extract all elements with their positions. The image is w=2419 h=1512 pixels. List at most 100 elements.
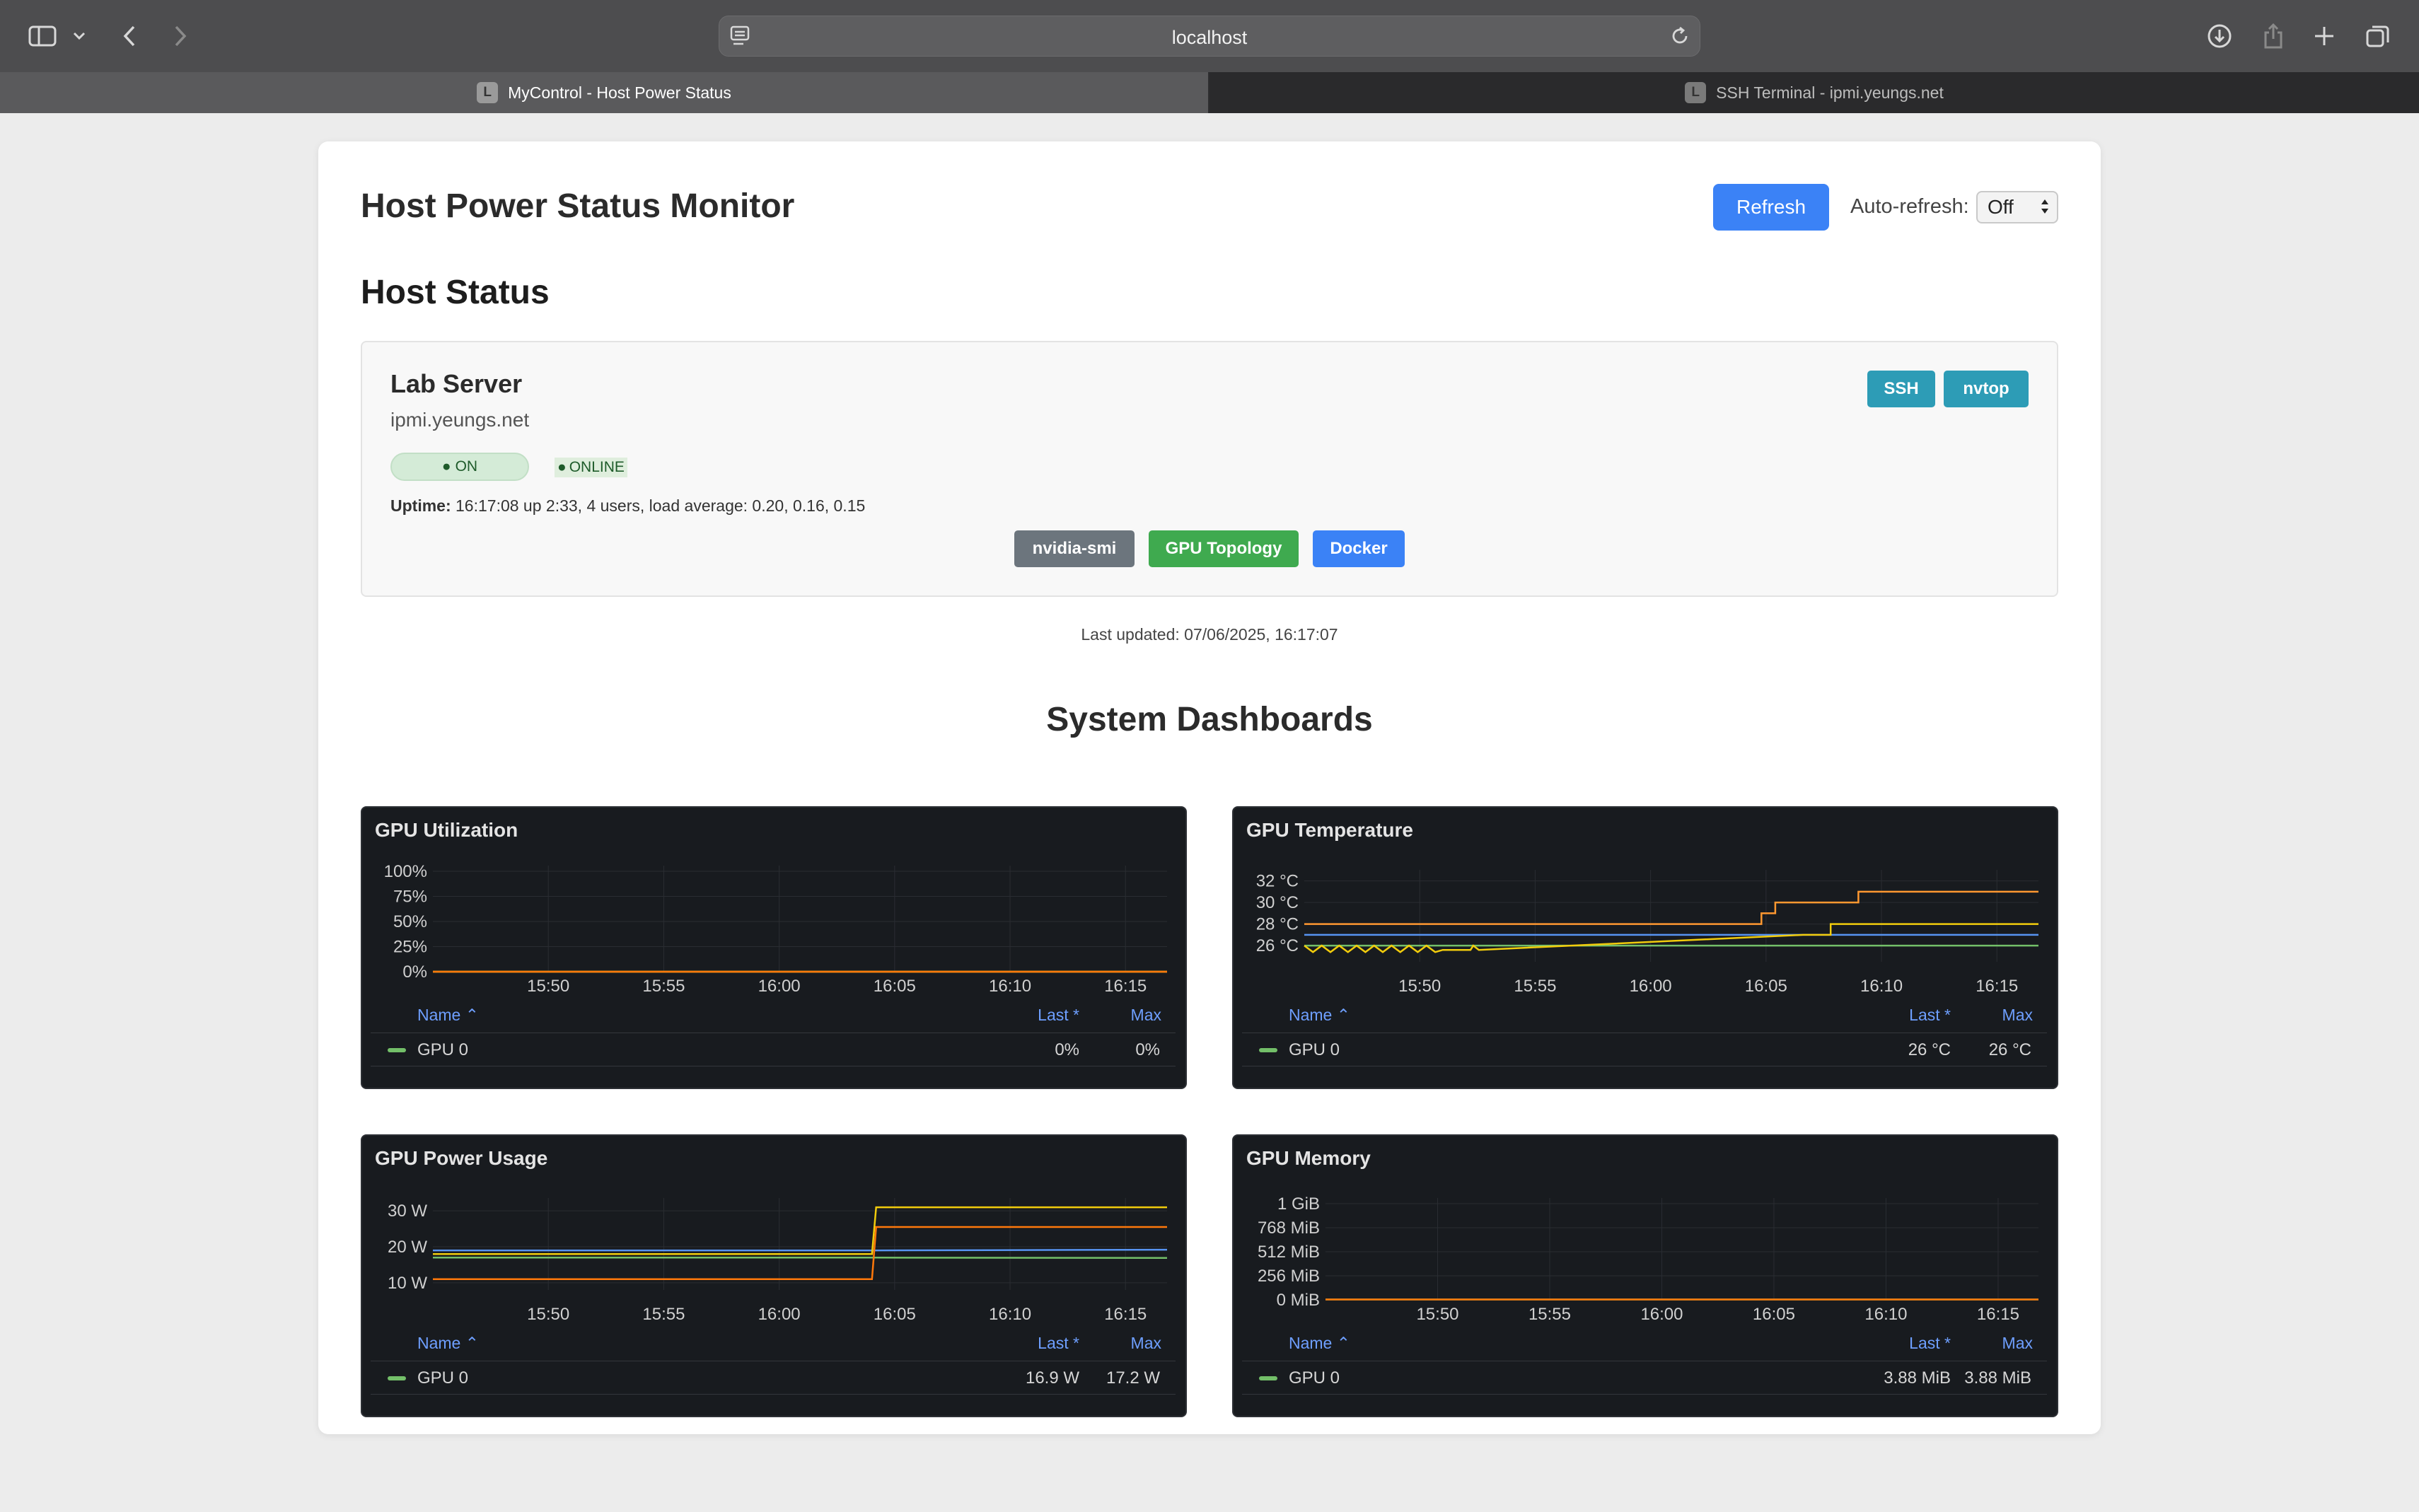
y-tick-label: 100% [384,862,427,881]
y-tick-label: 256 MiB [1258,1267,1320,1286]
y-tick-label: 768 MiB [1258,1219,1320,1238]
x-tick-label: 16:05 [1753,1305,1795,1324]
online-status-badge: ● ONLINE [555,458,627,477]
series-swatch [388,1376,406,1380]
series-last: 16.9 W [1025,1368,1079,1388]
x-tick-label: 16:10 [1864,1305,1907,1324]
series-max: 26 °C [1988,1040,2031,1059]
uptime-value: 16:17:08 up 2:33, 4 users, load average:… [456,496,866,515]
x-tick-label: 16:10 [989,977,1031,996]
downloads-icon[interactable] [2205,18,2234,54]
address-bar[interactable]: localhost [719,16,1700,57]
legend-header: Name ⌃ Last * Max [1234,1334,2057,1356]
x-tick-label: 16:05 [874,1305,916,1324]
docker-button[interactable]: Docker [1313,530,1405,567]
y-tick-label: 32 °C [1256,872,1299,891]
legend-name-header[interactable]: Name ⌃ [417,1334,479,1353]
series-last: 0% [1055,1040,1079,1059]
tab-title: SSH Terminal - ipmi.yeungs.net [1716,83,1944,102]
power-status-badge: ● ON [390,453,529,481]
legend-max-header[interactable]: Max [2002,1334,2033,1353]
host-status-heading: Host Status [361,274,550,311]
legend-max-header[interactable]: Max [1131,1006,1161,1025]
x-tick-label: 16:00 [758,977,801,996]
tab-title: MyControl - Host Power Status [508,83,731,102]
y-tick-label: 25% [393,938,427,957]
series-swatch [1259,1376,1277,1380]
gpu-topology-button[interactable]: GPU Topology [1149,530,1299,567]
reload-icon[interactable] [1669,25,1691,51]
x-tick-label: 15:50 [1398,977,1441,996]
page-title: Host Power Status Monitor [361,187,795,225]
legend-name-header[interactable]: Name ⌃ [417,1006,479,1025]
series-name: GPU 0 [1289,1368,1340,1388]
legend-row[interactable]: GPU 0 26 °C 26 °C [1242,1033,2047,1066]
sidebar-toggle-icon[interactable] [27,18,58,54]
legend-row[interactable]: GPU 0 3.88 MiB 3.88 MiB [1242,1361,2047,1395]
legend-last-header[interactable]: Last * [1038,1006,1079,1025]
x-tick-label: 16:15 [1977,1305,2019,1324]
uptime-label: Uptime: [390,496,451,515]
forward-icon[interactable] [170,18,191,54]
ssh-button[interactable]: SSH [1867,371,1935,407]
legend-header: Name ⌃ Last * Max [362,1006,1185,1028]
x-tick-label: 16:10 [989,1305,1031,1324]
refresh-button[interactable]: Refresh [1713,184,1829,231]
new-tab-icon[interactable] [2310,18,2338,54]
page: Host Power Status Monitor Refresh Auto-r… [0,113,2419,1512]
series-last: 3.88 MiB [1884,1368,1951,1388]
y-tick-label: 50% [393,912,427,931]
series-swatch [1259,1048,1277,1052]
host-address: ipmi.yeungs.net [390,409,530,431]
gpu-power-panel: GPU Power Usage 10 W 20 W 30 W 15:50 15:55 16… [361,1134,1187,1417]
x-tick-label: 16:05 [874,977,916,996]
y-tick-label: 10 W [388,1274,427,1293]
tab-overview-icon[interactable] [2364,18,2392,54]
x-tick-label: 16:00 [1640,1305,1683,1324]
main-container: Host Power Status Monitor Refresh Auto-r… [318,141,2101,1434]
legend-last-header[interactable]: Last * [1909,1006,1951,1025]
y-tick-label: 75% [393,888,427,907]
y-tick-label: 0% [402,963,427,982]
gpu-memory-panel: GPU Memory 0 MiB 256 MiB 512 MiB 768 MiB 1 G… [1232,1134,2058,1417]
gpu-utilization-chart: 0% 25% 50% 75% 100% 15:50 15:55 16:00 16:05 16:10… [384,862,1167,996]
auto-refresh-select[interactable]: Off [1976,191,2058,223]
host-card: Lab Server ipmi.yeungs.net ● ON ● ONLINE… [361,341,2058,597]
series-swatch [388,1048,406,1052]
gpu-power-chart: 10 W 20 W 30 W 15:50 15:55 16:00 16:05 16:10 16:… [388,1198,1168,1324]
back-icon[interactable] [119,18,140,54]
legend-last-header[interactable]: Last * [1909,1334,1951,1353]
bullet-icon: ● [441,458,451,475]
series-line [433,1257,1168,1260]
legend-max-header[interactable]: Max [2002,1006,2033,1025]
chevron-down-icon[interactable] [71,18,88,54]
series-name: GPU 0 [417,1040,469,1059]
series-line [1304,923,2038,953]
y-tick-label: 20 W [388,1238,427,1257]
tab-ssh-terminal[interactable]: L SSH Terminal - ipmi.yeungs.net [1210,72,2419,113]
legend-last-header[interactable]: Last * [1038,1334,1079,1353]
series-line [1304,890,2038,925]
x-tick-label: 15:55 [642,977,685,996]
x-tick-label: 16:15 [1976,977,2018,996]
auto-refresh-value: Off [1988,196,2014,218]
share-icon[interactable] [2259,18,2287,54]
dashboards-heading: System Dashboards [1046,701,1373,738]
legend-name-header[interactable]: Name ⌃ [1289,1334,1350,1353]
select-arrows-icon [2040,192,2050,223]
last-updated: Last updated: 07/06/2025, 16:17:07 [1081,625,1338,644]
legend-row[interactable]: GPU 0 0% 0% [371,1033,1176,1066]
nvidia-smi-button[interactable]: nvidia-smi [1014,530,1135,567]
legend-name-header[interactable]: Name ⌃ [1289,1006,1350,1025]
url-text: localhost [1171,27,1248,48]
legend-max-header[interactable]: Max [1131,1334,1161,1353]
x-tick-label: 15:50 [527,1305,569,1324]
y-tick-label: 30 W [388,1202,427,1221]
series-max: 0% [1135,1040,1160,1059]
legend-header: Name ⌃ Last * Max [362,1334,1185,1356]
gpu-memory-chart: 0 MiB 256 MiB 512 MiB 768 MiB 1 GiB 15:50 15:5… [1258,1194,2038,1324]
legend-row[interactable]: GPU 0 16.9 W 17.2 W [371,1361,1176,1395]
uptime-text: Uptime: 16:17:08 up 2:33, 4 users, load … [390,496,865,516]
nvtop-button[interactable]: nvtop [1944,371,2029,407]
tab-mycontrol[interactable]: L MyControl - Host Power Status [0,72,1208,113]
